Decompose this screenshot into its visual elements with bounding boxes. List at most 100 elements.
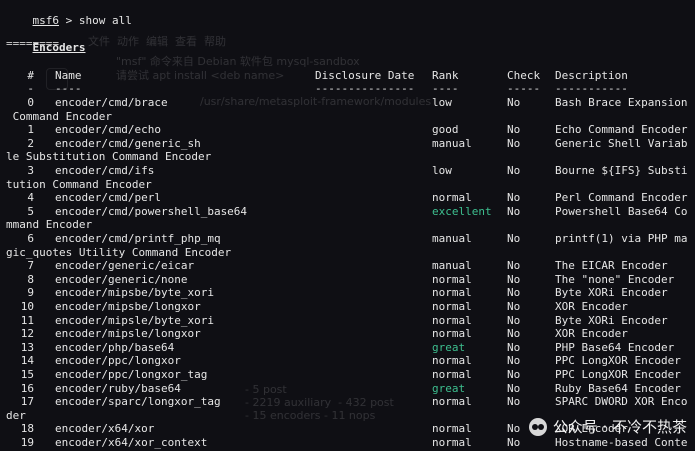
description: Byte XORi Encoder xyxy=(555,286,668,300)
check-value: No xyxy=(507,259,521,273)
rank-value: normal xyxy=(432,368,472,381)
rank-value: low xyxy=(432,164,452,177)
description: Bourne ${IFS} Substi xyxy=(555,164,688,177)
module-name: encoder/cmd/generic_sh xyxy=(55,136,201,150)
description: The "none" Encoder xyxy=(555,272,675,286)
module-name: encoder/cmd/brace xyxy=(55,96,168,109)
ghost-text-line: /usr/share/metasploit-framework/modules xyxy=(200,95,432,108)
row-number: 4 xyxy=(27,191,34,205)
check-value: No xyxy=(507,164,521,177)
description-wrap: gic_quotes Utility Command Encoder xyxy=(6,245,232,259)
terminal-window[interactable]: 文件 动作 编辑 查看 帮助 "msf" 命令来自 Debian 软件包 mys… xyxy=(0,0,695,451)
check-value: No xyxy=(507,136,521,150)
rank-value: normal xyxy=(432,191,472,205)
header-num: # xyxy=(27,69,34,82)
row-number: 5 xyxy=(27,204,34,218)
module-name: encoder/cmd/ifs xyxy=(55,164,155,177)
module-name: encoder/mipsbe/byte_xori xyxy=(55,286,214,300)
check-value: No xyxy=(507,272,521,286)
row-number: 19 xyxy=(20,436,34,449)
description-wrap: le Substitution Command Encoder xyxy=(6,150,212,164)
row-number: 14 xyxy=(20,354,34,368)
watermark: 公众号 · 不冷不热茶 xyxy=(528,416,687,437)
row-number: 0 xyxy=(27,96,34,109)
rank-value: great xyxy=(432,340,466,354)
module-name: encoder/mipsbe/longxor xyxy=(55,300,201,313)
wechat-icon xyxy=(528,417,547,436)
rank-value: normal xyxy=(432,422,472,436)
row-number: 12 xyxy=(20,327,34,341)
rank-value: manual xyxy=(432,136,472,150)
rank-value: normal xyxy=(432,313,472,327)
header-rank: Rank xyxy=(432,69,459,82)
command-prompt: msf6 > show all xyxy=(6,1,132,27)
description: Generic Shell Variab xyxy=(555,136,688,150)
rank-value: manual xyxy=(432,259,472,273)
description: XOR Encoder xyxy=(555,300,628,313)
description-wrap: tution Command Encoder xyxy=(6,177,152,191)
description: PHP Base64 Encoder xyxy=(555,340,675,354)
row-number: 11 xyxy=(20,313,34,327)
rank-value: normal xyxy=(432,354,472,368)
rank-value: manual xyxy=(432,232,472,245)
description: Ruby Base64 Encoder xyxy=(555,381,681,395)
description: Powershell Base64 Co xyxy=(555,204,688,218)
check-value: No xyxy=(507,422,521,436)
module-name: encoder/mipsle/longxor xyxy=(55,327,201,341)
module-name: encoder/cmd/powershell_base64 xyxy=(55,204,248,218)
check-value: No xyxy=(507,286,521,300)
module-name: encoder/x64/xor_context xyxy=(55,436,208,449)
rank-value: low xyxy=(432,96,452,109)
check-value: No xyxy=(507,204,521,218)
module-name: encoder/cmd/printf_php_mq xyxy=(55,232,221,245)
header-check: Check xyxy=(507,69,541,82)
description: Byte XORi Encoder xyxy=(555,313,668,327)
row-number: 6 xyxy=(27,232,34,245)
check-value: No xyxy=(507,232,521,245)
ghost-text-line: - 2219 auxiliary - 432 post xyxy=(245,396,394,409)
row-number: 13 xyxy=(20,340,34,354)
prompt-symbol: > xyxy=(65,14,73,27)
rank-value: normal xyxy=(432,286,472,300)
header-num-underline: - xyxy=(27,82,34,95)
module-name: encoder/x64/xor xyxy=(55,422,155,436)
ghost-menu-bar: 文件 动作 编辑 查看 帮助 xyxy=(88,35,226,48)
check-value: No xyxy=(507,191,521,205)
header-desc-underline: ----------- xyxy=(555,82,628,95)
rank-value: normal xyxy=(432,395,472,409)
prompt-shell-name: msf6 xyxy=(32,14,60,27)
section-underline: ======== xyxy=(6,37,59,50)
watermark-text: 公众号 · 不冷不热茶 xyxy=(552,418,687,436)
description: Hostname-based Conte xyxy=(555,436,688,449)
rank-value: good xyxy=(432,123,459,137)
description: PPC LongXOR Encoder xyxy=(555,368,681,381)
ghost-text-line: - 15 encoders - 11 nops xyxy=(245,409,376,422)
description: Perl Command Encoder xyxy=(555,191,688,205)
header-date-underline: --------------- xyxy=(315,82,415,95)
module-name: encoder/ruby/base64 xyxy=(55,381,181,395)
check-value: No xyxy=(507,123,521,137)
module-name: encoder/php/base64 xyxy=(55,340,175,354)
description: Echo Command Encoder xyxy=(555,123,688,137)
check-value: No xyxy=(507,395,521,409)
description-wrap: mmand Encoder xyxy=(6,218,93,232)
ghost-text-line: - 5 post xyxy=(245,383,287,396)
check-value: No xyxy=(507,300,521,313)
check-value: No xyxy=(507,381,521,395)
row-number: 7 xyxy=(27,259,34,273)
description: XOR Encoder xyxy=(555,327,628,341)
row-number: 8 xyxy=(27,272,34,286)
description-wrap: Command Encoder xyxy=(6,109,112,123)
description-wrap: der xyxy=(6,408,26,422)
module-name: encoder/cmd/perl xyxy=(55,191,161,205)
check-value: No xyxy=(507,354,521,368)
module-name: encoder/ppc/longxor xyxy=(55,354,181,368)
row-number: 17 xyxy=(20,395,34,409)
header-check-underline: ----- xyxy=(507,82,541,95)
check-value: No xyxy=(507,436,521,449)
row-number: 2 xyxy=(27,136,34,150)
rank-value: normal xyxy=(432,436,472,449)
description: printf(1) via PHP ma xyxy=(555,232,688,245)
check-value: No xyxy=(507,313,521,327)
description: SPARC DWORD XOR Enco xyxy=(555,395,688,409)
